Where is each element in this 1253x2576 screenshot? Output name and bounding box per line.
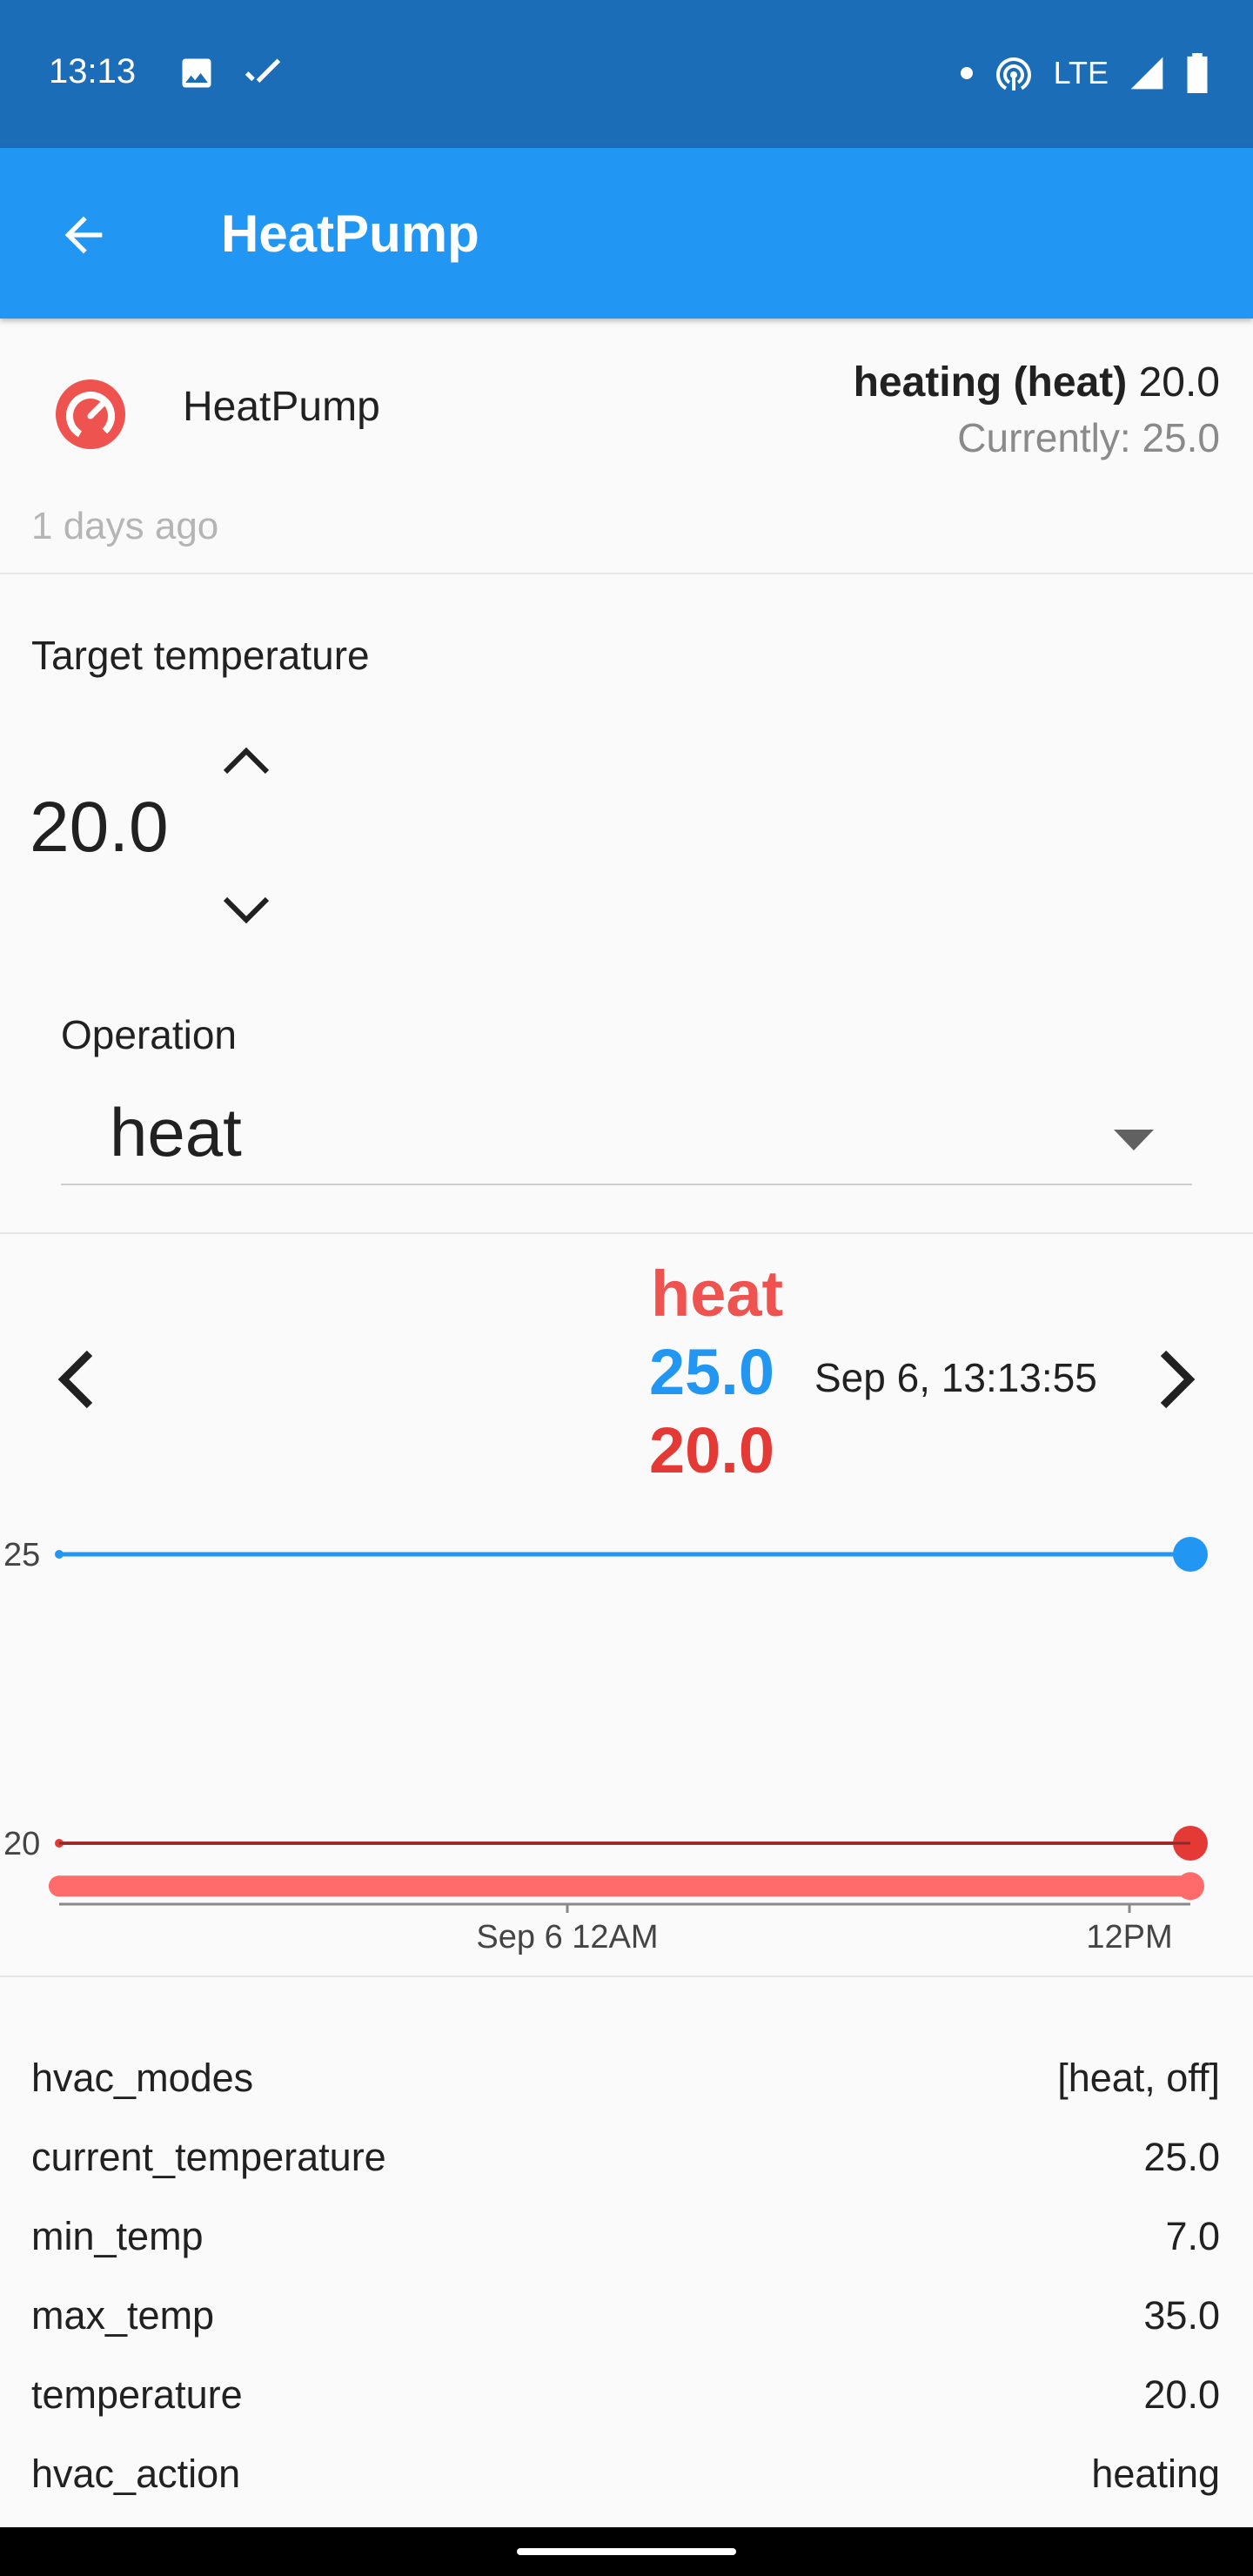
attribute-key: current_temperature [31, 2135, 386, 2179]
status-right-icons: LTE [960, 52, 1209, 94]
target-temperature-value: 20.0 [30, 788, 169, 867]
chevron-up-icon [223, 747, 270, 775]
chart-point [49, 1875, 70, 1897]
back-button[interactable] [49, 200, 118, 270]
attribute-key: max_temp [31, 2293, 215, 2338]
status-notification-icons [178, 54, 284, 92]
attribute-row: max_temp 35.0 [31, 2274, 1220, 2352]
attribute-row: temperature 20.0 [31, 2353, 1220, 2432]
attribute-value: 25.0 [1143, 2135, 1220, 2179]
section-divider [0, 1976, 1253, 1977]
chart-point [1176, 1872, 1204, 1901]
image-icon [182, 58, 211, 88]
status-bar: 13:13 LTE [0, 0, 1253, 148]
chevron-right-icon [1160, 1350, 1196, 1409]
decrease-temperature-button[interactable] [216, 886, 277, 933]
attribute-row: current_temperature 25.0 [31, 2116, 1220, 2194]
state-value: 20.0 [1127, 359, 1220, 406]
dropdown-arrow-icon [1114, 1130, 1154, 1150]
battery-icon [1187, 53, 1208, 93]
navigation-bar [0, 2527, 1253, 2576]
network-type: LTE [1053, 55, 1109, 91]
entity-current-temperature: Currently: 25.0 [957, 415, 1220, 460]
app-title: HeatPump [221, 205, 479, 263]
chart-y-tick-label: 25 [3, 1537, 40, 1573]
entity-name: HeatPump [183, 384, 380, 430]
check-edit-icon [245, 58, 281, 83]
history-chart[interactable]: 25 20 Sep 6 12AM 12PM [0, 1514, 1253, 1967]
app-bar: HeatPump [0, 148, 1253, 319]
attribute-value: [heat, off] [1057, 2056, 1220, 2100]
attribute-value: heating [1091, 2452, 1220, 2496]
history-timestamp: Sep 6, 13:13:55 [814, 1355, 1097, 1400]
chart-x-tick-label: Sep 6 12AM [476, 1919, 658, 1955]
operation-select[interactable]: heat [61, 1083, 1192, 1185]
attribute-value: 20.0 [1143, 2372, 1220, 2417]
attribute-row: hvac_action heating [31, 2432, 1220, 2511]
entity-state: heating (heat) 20.0 [854, 359, 1220, 406]
target-temperature-label: Target temperature [31, 633, 370, 678]
signal-icon [1130, 57, 1163, 90]
home-handle[interactable] [517, 2548, 736, 2555]
history-previous-button[interactable] [45, 1340, 106, 1419]
history-current-temperature: 25.0 [649, 1336, 775, 1408]
status-time: 13:13 [49, 52, 137, 91]
attribute-key: temperature [31, 2372, 243, 2417]
dot-icon [960, 67, 973, 79]
section-divider [0, 1232, 1253, 1234]
chevron-down-icon [223, 896, 270, 924]
history-mode: heat [651, 1258, 784, 1330]
last-changed: 1 days ago [31, 505, 219, 547]
increase-temperature-button[interactable] [216, 738, 277, 785]
attribute-value: 35.0 [1143, 2293, 1220, 2338]
attribute-row: hvac_modes [heat, off] [31, 2036, 1220, 2115]
attribute-value: 7.0 [1165, 2214, 1220, 2258]
thermostat-icon [54, 378, 127, 455]
chart-point [55, 1550, 64, 1559]
chart-point [1173, 1537, 1208, 1572]
chart-y-tick-label: 20 [3, 1826, 40, 1862]
operation-value: heat [110, 1094, 242, 1171]
history-next-button[interactable] [1147, 1340, 1208, 1419]
attribute-row: min_temp 7.0 [31, 2195, 1220, 2273]
arrow-back-icon [64, 216, 103, 254]
history-target-temperature: 20.0 [649, 1414, 775, 1486]
chart-x-tick-label: 12PM [1086, 1919, 1172, 1955]
attribute-key: min_temp [31, 2214, 204, 2258]
chevron-left-icon [57, 1350, 93, 1409]
state-mode: heating (heat) [853, 359, 1128, 406]
attribute-key: hvac_modes [31, 2056, 254, 2100]
operation-label: Operation [61, 1012, 238, 1057]
attribute-key: hvac_action [31, 2452, 241, 2496]
hotspot-icon [995, 57, 1031, 91]
